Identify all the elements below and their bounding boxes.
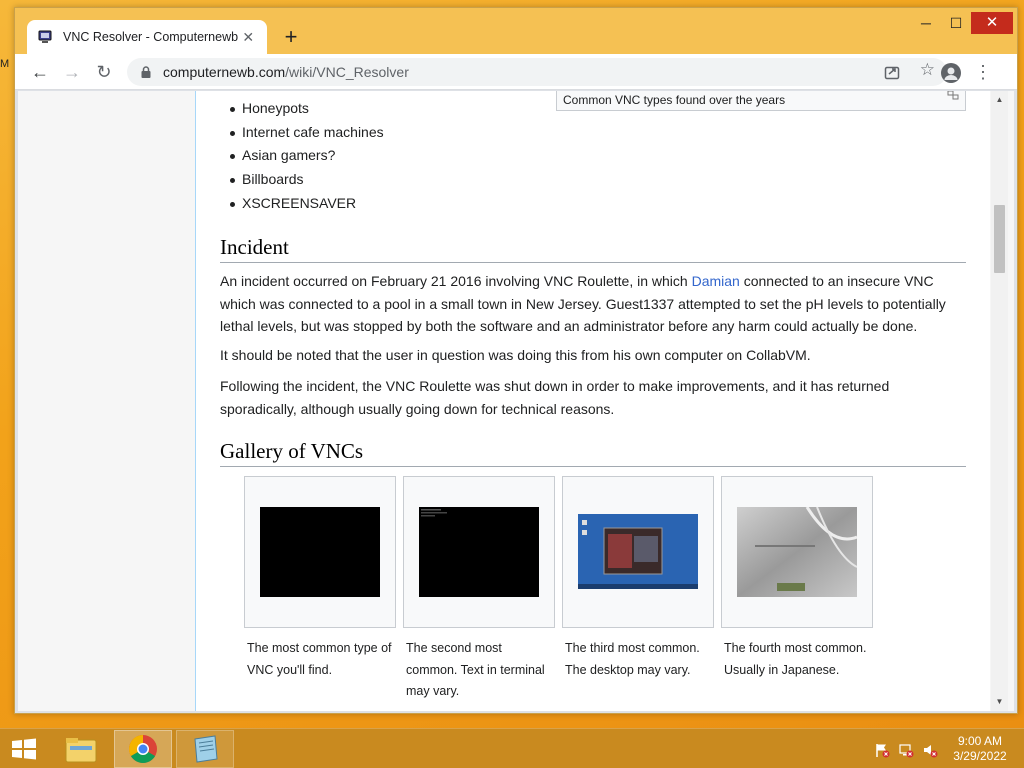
clock-date: 3/29/2022 [953,749,1007,763]
page-viewport[interactable]: Common VNC types found over the years Ho… [18,91,1014,711]
incident-heading: Incident [220,235,966,263]
windows-start-icon[interactable] [8,737,40,761]
page-scrollbar[interactable]: ▲ ▼ [991,91,1008,711]
bookmark-star-icon[interactable]: ☆ [920,60,935,80]
profile-avatar-icon[interactable] [941,63,961,83]
browser-toolbar: ← → ↻ computernewb.com/wiki/VNC_Resolver… [15,54,1017,90]
list-item: XSCREENSAVER [220,192,384,216]
maximize-button[interactable]: ☐ [941,12,971,34]
notepad-taskbar-button[interactable] [176,730,234,768]
forward-button[interactable]: → [59,59,85,85]
incident-paragraph-3: Following the incident, the VNC Roulette… [220,378,890,417]
gallery-thumb-frame[interactable] [244,476,396,628]
windows-desktop-thumbnail[interactable] [578,514,698,589]
terminal-screen-thumbnail[interactable] [419,507,539,597]
tab-close-icon[interactable]: ✕ [239,29,257,46]
gallery-caption: The third most common. The desktop may v… [565,641,700,677]
system-clock[interactable]: 9:00 AM 3/29/2022 [944,734,1016,764]
damian-link[interactable]: Damian [692,273,740,289]
url-path: /wiki/VNC_Resolver [285,64,409,80]
gallery-item: The fourth most common. Usually in Japan… [721,476,873,681]
file-explorer-taskbar-button[interactable] [52,730,110,768]
chrome-icon [129,735,157,763]
folder-icon [65,738,97,763]
scroll-down-arrow-icon[interactable]: ▼ [991,695,1008,709]
gallery-heading: Gallery of VNCs [220,439,966,467]
gallery-thumb-frame[interactable] [403,476,555,628]
enlarge-icon[interactable] [947,91,959,100]
image-caption-box: Common VNC types found over the years [556,91,966,111]
tab-strip: VNC Resolver - Computernewb Wiki ✕ + ─ ☐… [15,8,1017,54]
image-caption: Common VNC types found over the years [563,93,786,107]
scroll-up-arrow-icon[interactable]: ▲ [991,93,1008,107]
desktop-icon-label: M [0,58,10,70]
gallery-caption: The most common type of VNC you'll find. [247,641,392,677]
url-host: computernewb.com [163,64,286,80]
browser-menu-icon[interactable]: ⋮ [973,60,993,84]
gallery-item: The third most common. The desktop may v… [562,476,714,681]
scroll-thumb[interactable] [994,205,1005,273]
back-button[interactable]: ← [27,59,53,85]
list-item: Asian gamers? [220,144,384,168]
address-bar[interactable]: computernewb.com/wiki/VNC_Resolver ☆ [127,58,947,86]
minimize-button[interactable]: ─ [911,12,941,34]
reload-button[interactable]: ↻ [91,59,117,85]
gallery-thumb-frame[interactable] [721,476,873,628]
computer-favicon-icon [37,29,53,45]
gallery-item: The second most common. Text in terminal… [403,476,555,703]
paragraph-text: An incident occurred on February 21 2016… [220,273,692,289]
gallery-thumb-frame[interactable] [562,476,714,628]
chrome-taskbar-button[interactable] [114,730,172,768]
japanese-desktop-thumbnail[interactable] [737,507,857,597]
vnc-type-list: Honeypots Internet cafe machines Asian g… [220,97,384,215]
browser-window: VNC Resolver - Computernewb Wiki ✕ + ─ ☐… [14,7,1018,714]
new-tab-button[interactable]: + [277,24,305,52]
volume-muted-icon[interactable] [922,742,938,758]
network-icon[interactable] [898,742,914,758]
list-item: Internet cafe machines [220,121,384,145]
action-center-flag-icon[interactable] [874,742,890,758]
list-item: Honeypots [220,97,384,121]
tab-title: VNC Resolver - Computernewb Wiki [63,30,239,44]
notebook-icon [194,735,218,763]
lock-icon [141,66,151,78]
gallery-item: The most common type of VNC you'll find. [244,476,396,681]
gallery-caption: The fourth most common. Usually in Japan… [724,641,867,677]
incident-paragraph-1: An incident occurred on February 21 2016… [220,270,966,338]
incident-paragraph-2: It should be noted that the user in ques… [220,347,811,363]
active-tab[interactable]: VNC Resolver - Computernewb Wiki ✕ [27,20,267,54]
gallery-caption: The second most common. Text in terminal… [406,641,545,698]
clock-time: 9:00 AM [957,734,1003,748]
wiki-content: Common VNC types found over the years Ho… [195,91,990,711]
share-icon[interactable] [883,63,901,81]
list-item: Billboards [220,168,384,192]
close-window-button[interactable]: ✕ [971,12,1013,34]
black-screen-thumbnail[interactable] [260,507,380,597]
taskbar: 9:00 AM 3/29/2022 [0,728,1024,768]
